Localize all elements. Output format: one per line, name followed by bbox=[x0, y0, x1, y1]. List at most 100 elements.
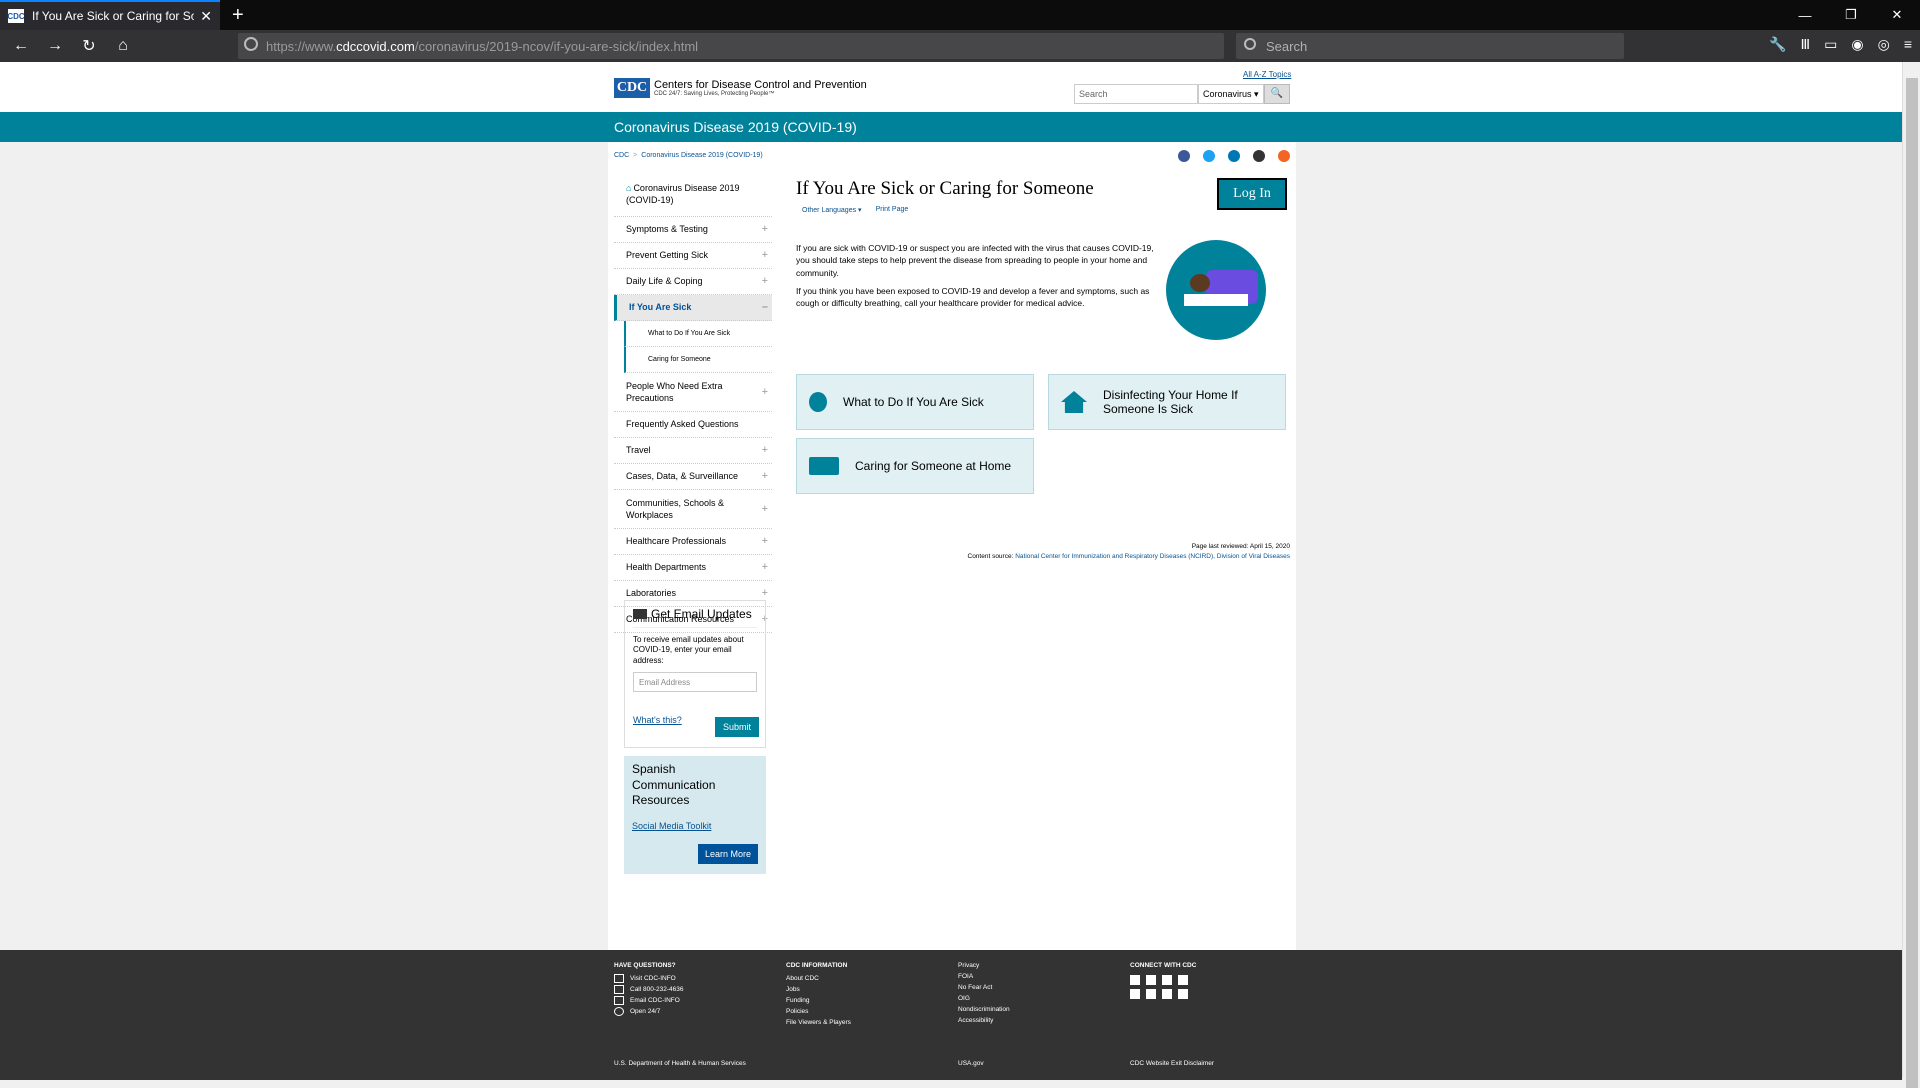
syndication-icon[interactable] bbox=[1130, 989, 1140, 1000]
sidebar-item-home[interactable]: ⌂ Coronavirus Disease 2019 (COVID-19) bbox=[614, 178, 772, 217]
search-scope-select[interactable]: Coronavirus ▾ bbox=[1198, 84, 1264, 104]
new-tab-icon[interactable]: + bbox=[232, 4, 244, 27]
footer-link[interactable]: Jobs bbox=[786, 984, 851, 995]
footer-link[interactable]: Visit CDC-INFO bbox=[630, 975, 676, 982]
expand-icon[interactable]: + bbox=[762, 560, 768, 575]
footer-link[interactable]: FOIA bbox=[958, 971, 1010, 982]
log-in-button[interactable]: Log In bbox=[1217, 178, 1287, 210]
card-disinfecting[interactable]: Disinfecting Your Home If Someone Is Sic… bbox=[1048, 374, 1286, 430]
banner-title[interactable]: Coronavirus Disease 2019 (COVID-19) bbox=[614, 119, 857, 135]
print-page-link[interactable]: Print Page bbox=[876, 206, 909, 214]
sidebar-icon[interactable]: ▭ bbox=[1824, 36, 1837, 53]
facebook-icon[interactable] bbox=[1178, 150, 1190, 162]
account-icon[interactable]: ◎ bbox=[1878, 36, 1890, 53]
expand-icon[interactable]: + bbox=[762, 469, 768, 484]
home-icon[interactable]: ⌂ bbox=[110, 33, 136, 59]
email-icon[interactable] bbox=[1178, 989, 1188, 1000]
footer-link[interactable]: Call 800-232-4636 bbox=[630, 986, 683, 993]
site-search-input[interactable]: Search bbox=[1074, 84, 1198, 104]
close-window-icon[interactable]: ✕ bbox=[1874, 0, 1920, 30]
expand-icon[interactable]: + bbox=[762, 274, 768, 289]
twitter-icon[interactable] bbox=[1146, 975, 1156, 986]
footer-link[interactable]: Funding bbox=[786, 995, 851, 1006]
sidebar-item-prevent[interactable]: Prevent Getting Sick + bbox=[614, 243, 772, 269]
ublock-icon[interactable]: ◉ bbox=[1851, 36, 1863, 53]
footer-link[interactable]: Email CDC-INFO bbox=[630, 997, 680, 1004]
footer-link[interactable]: No Fear Act bbox=[958, 982, 1010, 993]
expand-icon[interactable]: + bbox=[762, 502, 768, 517]
sidebar-item-if-you-are-sick[interactable]: If You Are Sick – bbox=[614, 295, 772, 321]
footer-link[interactable]: About CDC bbox=[786, 973, 851, 984]
menu-icon[interactable]: ≡ bbox=[1904, 36, 1912, 53]
email-field[interactable]: Email Address bbox=[633, 672, 757, 693]
sidebar-item-caring[interactable]: Caring for Someone bbox=[624, 347, 772, 373]
other-languages-dropdown[interactable]: Other Languages ▾ bbox=[802, 206, 862, 214]
tab-strip: CDC If You Are Sick or Caring for So ✕ + bbox=[0, 0, 1920, 30]
browser-search-input[interactable]: Search bbox=[1236, 33, 1624, 59]
sidebar-item-faq[interactable]: Frequently Asked Questions bbox=[614, 412, 772, 438]
back-icon[interactable]: ← bbox=[8, 33, 34, 59]
footer-link[interactable]: OIG bbox=[958, 993, 1010, 1004]
breadcrumb-covid[interactable]: Coronavirus Disease 2019 (COVID-19) bbox=[641, 152, 762, 159]
az-topics-link[interactable]: All A-Z Topics bbox=[1243, 70, 1291, 79]
page-scrollbar[interactable] bbox=[1902, 62, 1920, 1088]
sidebar-item-travel[interactable]: Travel + bbox=[614, 438, 772, 464]
cdc-logo[interactable]: CDC Centers for Disease Control and Prev… bbox=[614, 78, 867, 98]
sidebar-item-daily-life[interactable]: Daily Life & Coping + bbox=[614, 269, 772, 295]
social-media-toolkit-link[interactable]: Social Media Toolkit bbox=[632, 821, 758, 831]
sidebar-item-health-departments[interactable]: Health Departments + bbox=[614, 555, 772, 581]
wrench-icon[interactable]: 🔧 bbox=[1769, 36, 1786, 53]
submit-button[interactable]: Submit bbox=[715, 717, 759, 737]
footer-link[interactable]: Policies bbox=[786, 1006, 851, 1017]
content-source-link[interactable]: National Center for Immunization and Res… bbox=[1015, 553, 1290, 560]
syndicate-icon[interactable] bbox=[1278, 150, 1290, 162]
sidebar-item-cases[interactable]: Cases, Data, & Surveillance + bbox=[614, 464, 772, 490]
footer-link[interactable]: Privacy bbox=[958, 960, 1010, 971]
expand-icon[interactable]: + bbox=[762, 222, 768, 237]
library-icon[interactable]: Ⅲ bbox=[1801, 36, 1811, 53]
expand-icon[interactable]: + bbox=[762, 534, 768, 549]
expand-icon[interactable]: + bbox=[762, 248, 768, 263]
hhs-link[interactable]: U.S. Department of Health & Human Servic… bbox=[614, 1060, 746, 1067]
collapse-icon[interactable]: – bbox=[762, 300, 768, 315]
instagram-icon[interactable] bbox=[1178, 975, 1188, 986]
sidebar-item-extra-precautions[interactable]: People Who Need Extra Precautions + bbox=[614, 373, 772, 412]
browser-tab[interactable]: CDC If You Are Sick or Caring for So ✕ bbox=[0, 0, 220, 30]
email-icon[interactable] bbox=[1253, 150, 1265, 162]
footer-link[interactable]: Nondiscrimination bbox=[958, 1004, 1010, 1015]
scrollbar-thumb[interactable] bbox=[1906, 78, 1918, 1088]
forward-icon[interactable]: → bbox=[42, 33, 68, 59]
reload-icon[interactable]: ↻ bbox=[76, 33, 102, 59]
sidebar-item-communities[interactable]: Communities, Schools & Workplaces + bbox=[614, 490, 772, 529]
sidebar-label: Laboratories bbox=[626, 588, 677, 599]
expand-icon[interactable]: + bbox=[762, 586, 768, 601]
youtube-icon[interactable] bbox=[1162, 975, 1172, 986]
expand-icon[interactable]: + bbox=[762, 443, 768, 458]
exit-disclaimer-link[interactable]: CDC Website Exit Disclaimer bbox=[1130, 1060, 1214, 1067]
card-caring[interactable]: Caring for Someone at Home bbox=[796, 438, 1034, 494]
sidebar-item-healthcare[interactable]: Healthcare Professionals + bbox=[614, 529, 772, 555]
expand-icon[interactable]: + bbox=[762, 385, 768, 400]
minimize-icon[interactable]: — bbox=[1782, 0, 1828, 30]
podcast-icon[interactable] bbox=[1146, 989, 1156, 1000]
twitter-icon[interactable] bbox=[1203, 150, 1215, 162]
card-what-to-do[interactable]: What to Do If You Are Sick bbox=[796, 374, 1034, 430]
whats-this-link[interactable]: What's this? bbox=[633, 715, 682, 725]
breadcrumb-cdc[interactable]: CDC bbox=[614, 152, 629, 159]
sidebar-label: What to Do If You Are Sick bbox=[648, 329, 731, 337]
restore-icon[interactable]: ❐ bbox=[1828, 0, 1874, 30]
rss-icon[interactable] bbox=[1162, 989, 1172, 1000]
sidebar-item-symptoms[interactable]: Symptoms & Testing + bbox=[614, 217, 772, 243]
url-bar[interactable]: https://www. cdccovid.com/coronavirus/201… bbox=[238, 33, 1224, 59]
org-name: Centers for Disease Control and Preventi… bbox=[654, 78, 867, 91]
search-button[interactable]: 🔍 bbox=[1264, 84, 1290, 104]
usagov-link[interactable]: USA.gov bbox=[958, 1060, 984, 1067]
footer-link[interactable]: Accessibility bbox=[958, 1015, 1010, 1026]
close-tab-icon[interactable]: ✕ bbox=[200, 8, 212, 25]
learn-more-button[interactable]: Learn More bbox=[698, 844, 758, 864]
sidebar-item-what-to-do[interactable]: What to Do If You Are Sick bbox=[624, 321, 772, 347]
facebook-icon[interactable] bbox=[1130, 975, 1140, 986]
card-label: What to Do If You Are Sick bbox=[843, 395, 984, 409]
footer-link[interactable]: File Viewers & Players bbox=[786, 1017, 851, 1028]
linkedin-icon[interactable] bbox=[1228, 150, 1240, 162]
